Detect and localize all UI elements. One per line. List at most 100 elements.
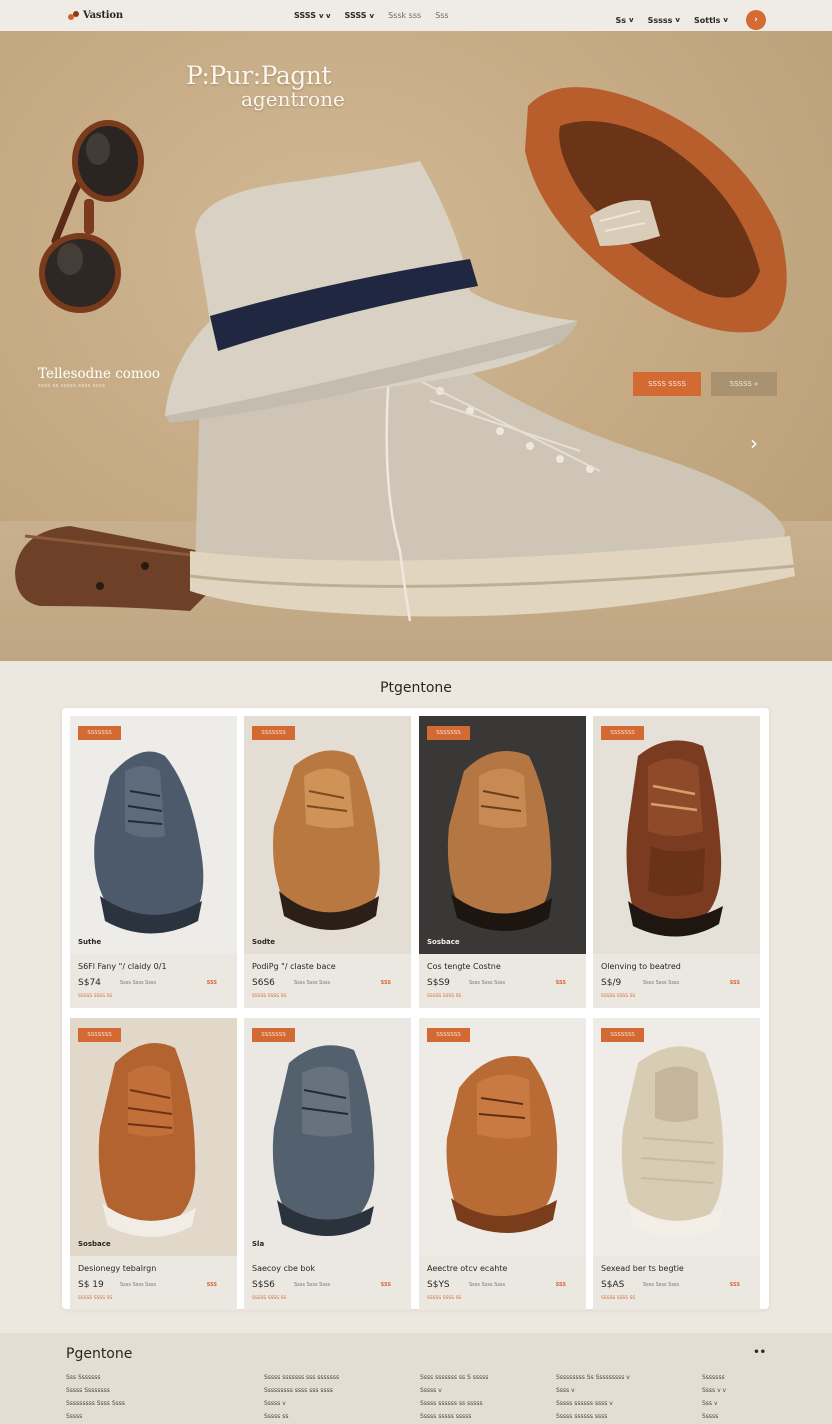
footer-column-1: Sss Sssssss Sssss Ssssssss Sssssssss Sss… xyxy=(66,1371,125,1423)
product-card[interactable]: SSSSSSS Sosbace Desionegy tebalrgn S$ 19… xyxy=(70,1018,237,1310)
footer-link[interactable]: Sssss Ssssssss xyxy=(66,1384,125,1397)
footer-link[interactable]: Sssss sssssss sss sssssss xyxy=(264,1371,339,1384)
product-price: S$YS xyxy=(427,1280,450,1290)
nav-link-4[interactable]: Sss xyxy=(435,11,448,20)
footer-link[interactable]: Sssss xyxy=(66,1410,125,1423)
hero-tagline: Tellesodne comoo xyxy=(38,366,160,382)
footer-column-2: Sssss sssssss sss sssssss Sssssssss ssss… xyxy=(264,1371,339,1423)
product-image xyxy=(419,1018,586,1256)
product-badge: SSSSSSS xyxy=(252,726,295,740)
footer-link[interactable]: Sssssssss Ssss Ssss xyxy=(66,1397,125,1410)
product-image-caption: Sosbace xyxy=(78,1240,111,1248)
product-meta: Ssss Ssss Ssss xyxy=(643,1282,680,1288)
product-badge: SSSSSSS xyxy=(601,1028,644,1042)
nav-right-link-3[interactable]: Sottls v xyxy=(694,16,728,25)
hero-title-line2: agentrone xyxy=(241,87,345,111)
sunglasses-image xyxy=(39,120,144,313)
product-rating: SSS xyxy=(206,1282,217,1288)
footer-link[interactable]: Ssss v v xyxy=(702,1384,726,1397)
product-badge: SSSSSSS xyxy=(601,726,644,740)
nav-cta-button[interactable]: › xyxy=(746,10,766,30)
footer-link[interactable]: Ssss v xyxy=(556,1384,630,1397)
footer-link[interactable]: Sssss v xyxy=(264,1397,339,1410)
footer-link[interactable]: Sssss sssss sssss xyxy=(420,1410,488,1423)
belt-image xyxy=(15,526,214,611)
product-price: S$S9 xyxy=(427,978,450,988)
footer-link[interactable]: Sssss ssssss ssss v xyxy=(556,1397,630,1410)
product-image xyxy=(70,716,237,954)
product-name[interactable]: PodiPg "/ claste bace xyxy=(252,962,336,971)
product-image xyxy=(593,716,760,954)
product-price: S$ 19 xyxy=(78,1280,104,1290)
product-image-caption: Suthe xyxy=(78,938,102,946)
product-rating: SSS xyxy=(380,1282,391,1288)
brand-logo[interactable]: Vastion xyxy=(68,10,123,21)
product-name[interactable]: Sexead ber ts begtie xyxy=(601,1264,684,1273)
product-image-caption: Sosbace xyxy=(427,938,460,946)
nav-link-1[interactable]: SSSS v v xyxy=(294,11,331,20)
footer-link[interactable]: Sssss v xyxy=(420,1384,488,1397)
product-meta: Ssss Ssss Ssss xyxy=(120,980,157,986)
product-card[interactable]: SSSSSSS Sosbace Cos tengte Costne S$S9 S… xyxy=(419,716,586,1008)
product-price: S6S6 xyxy=(252,978,275,988)
nav-links: SSSS v v SSSS v Sssk sss Sss xyxy=(294,11,449,20)
product-card[interactable]: SSSSSSS Suthe S6Fl Fany "/ claidy 0/1 S$… xyxy=(70,716,237,1008)
product-shipping: SSSSS SSSS SS xyxy=(252,994,287,999)
footer-link[interactable]: Sssss ssssss ss sssss xyxy=(420,1397,488,1410)
footer-link[interactable]: Sss v xyxy=(702,1397,726,1410)
footer-link[interactable]: Sssssssss ssss sss ssss xyxy=(264,1384,339,1397)
nav-right: Ss v Sssss v Sottls v › xyxy=(616,10,766,30)
nav-right-link-2[interactable]: Sssss v xyxy=(648,16,680,25)
product-badge: SSSSSSS xyxy=(427,1028,470,1042)
product-image xyxy=(593,1018,760,1256)
product-price: S$/9 xyxy=(601,978,622,988)
product-name[interactable]: S6Fl Fany "/ claidy 0/1 xyxy=(78,962,167,971)
shop-now-button[interactable]: SSSS SSSS xyxy=(633,372,701,396)
nav-right-link-1[interactable]: Ss v xyxy=(616,16,634,25)
product-badge: SSSSSSS xyxy=(252,1028,295,1042)
product-badge: SSSSSSS xyxy=(78,1028,121,1042)
bucket-hat-image xyxy=(165,161,578,423)
footer-link[interactable]: Sssss ss xyxy=(264,1410,339,1423)
product-badge: SSSSSSS xyxy=(427,726,470,740)
product-card[interactable]: SSSSSSS Sla Saecoy cbe bok S$S6 Ssss Sss… xyxy=(244,1018,411,1310)
product-badge: SSSSSSS xyxy=(78,726,121,740)
footer-link[interactable]: Sssssssss Ss Sssssssss v xyxy=(556,1371,630,1384)
product-name[interactable]: Aeectre otcv ecahte xyxy=(427,1264,507,1273)
product-rating: SSS xyxy=(380,980,391,986)
product-shipping: SSSSS SSSS SS xyxy=(601,994,636,999)
product-image-caption: Sodte xyxy=(252,938,275,946)
product-name[interactable]: Desionegy tebalrgn xyxy=(78,1264,156,1273)
product-card[interactable]: SSSSSSS Sodte PodiPg "/ claste bace S6S6… xyxy=(244,716,411,1008)
footer-link[interactable]: Sssssss xyxy=(702,1371,726,1384)
footer-column-4: Sssssssss Ss Sssssssss v Ssss v Sssss ss… xyxy=(556,1371,630,1423)
product-card[interactable]: SSSSSSS Sexead ber ts begtie S$AS Ssss S… xyxy=(593,1018,760,1310)
footer: Pgentone •• Sss Sssssss Sssss Ssssssss S… xyxy=(0,1333,832,1424)
product-card[interactable]: SSSSSSS Olenving to beatred S$/9 Ssss Ss… xyxy=(593,716,760,1008)
logo-icon xyxy=(68,10,80,21)
footer-link[interactable]: Sss Sssssss xyxy=(66,1371,125,1384)
product-name[interactable]: Cos tengte Costne xyxy=(427,962,501,971)
brand-name: Vastion xyxy=(83,10,123,21)
product-card[interactable]: SSSSSSS Aeectre otcv ecahte S$YS Ssss Ss… xyxy=(419,1018,586,1310)
nav-link-label: Sottls xyxy=(694,15,721,25)
product-name[interactable]: Olenving to beatred xyxy=(601,962,681,971)
footer-column-5: Sssssss Ssss v v Sss v Sssss xyxy=(702,1371,726,1423)
chevron-right-icon[interactable]: › xyxy=(750,431,772,461)
more-icon[interactable]: •• xyxy=(753,1347,766,1358)
nav-link-2[interactable]: SSSS v xyxy=(345,11,375,20)
product-rating: SSS xyxy=(555,980,566,986)
footer-link[interactable]: Ssss sssssss ss S sssss xyxy=(420,1371,488,1384)
product-shipping: SSSSS SSSS SS xyxy=(252,1296,287,1301)
nav-link-label: Sssk sss xyxy=(388,11,422,20)
hero-illustration xyxy=(15,87,796,622)
product-image-caption: Sla xyxy=(252,1240,265,1248)
footer-column-3: Ssss sssssss ss S sssss Sssss v Sssss ss… xyxy=(420,1371,488,1423)
footer-link[interactable]: Sssss ssssss ssss xyxy=(556,1410,630,1423)
product-name[interactable]: Saecoy cbe bok xyxy=(252,1264,315,1273)
footer-link[interactable]: Sssss xyxy=(702,1410,726,1423)
product-meta: Ssss Ssss Ssss xyxy=(294,1282,331,1288)
product-shipping: SSSSS SSSS SS xyxy=(78,994,113,999)
nav-link-3[interactable]: Sssk sss xyxy=(388,11,421,20)
explore-button[interactable]: SSSSS » xyxy=(711,372,777,396)
